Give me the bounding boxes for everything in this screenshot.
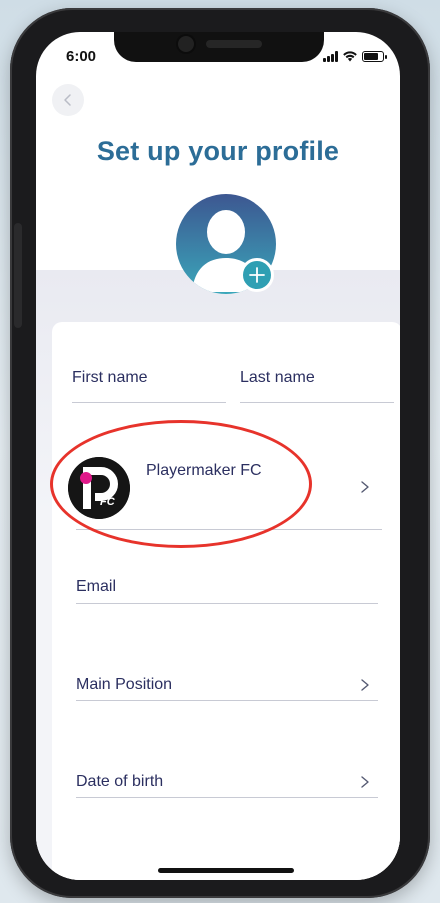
add-photo-button[interactable]	[240, 258, 274, 292]
app-screen: 6:00 Set up your profile First name Last	[36, 32, 400, 880]
date-of-birth-underline	[76, 797, 378, 798]
phone-notch	[114, 32, 324, 62]
plus-icon	[249, 267, 265, 283]
main-position-field[interactable]: Main Position	[76, 676, 172, 694]
last-name-underline	[240, 402, 394, 403]
back-button[interactable]	[52, 84, 84, 116]
home-indicator[interactable]	[158, 868, 294, 873]
wifi-icon	[343, 51, 357, 62]
speaker-grille	[206, 40, 262, 48]
camera-icon	[178, 36, 194, 52]
phone-side-button	[14, 223, 22, 328]
highlight-annotation	[50, 420, 312, 548]
email-underline	[76, 603, 378, 604]
status-time: 6:00	[66, 48, 97, 65]
email-field[interactable]: Email	[76, 578, 116, 596]
cellular-signal-icon	[323, 51, 338, 62]
battery-icon	[362, 51, 387, 62]
chevron-left-icon	[64, 94, 71, 106]
status-icons	[323, 50, 387, 62]
main-position-underline	[76, 700, 378, 701]
page-title: Set up your profile	[96, 136, 340, 166]
date-of-birth-field[interactable]: Date of birth	[76, 773, 163, 791]
last-name-field[interactable]: Last name	[240, 369, 315, 387]
first-name-field[interactable]: First name	[72, 369, 148, 387]
chevron-right-icon[interactable]	[358, 480, 372, 494]
chevron-right-icon[interactable]	[358, 775, 372, 789]
chevron-right-icon[interactable]	[358, 678, 372, 692]
first-name-underline	[72, 402, 226, 403]
